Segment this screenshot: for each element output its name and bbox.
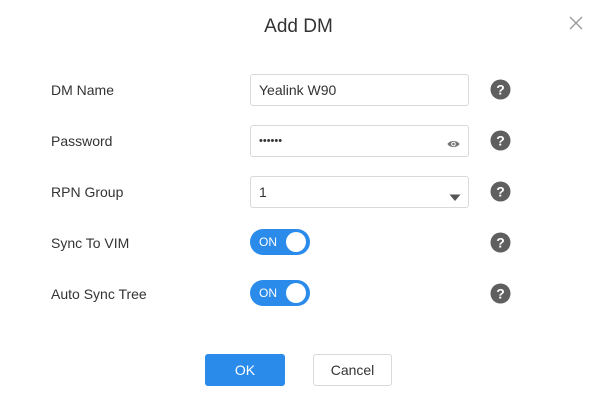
close-icon[interactable] bbox=[568, 15, 584, 31]
sync-to-vim-label: Sync To VIM bbox=[51, 235, 130, 251]
auto-sync-tree-toggle[interactable]: ON bbox=[250, 280, 310, 306]
svg-text:?: ? bbox=[496, 235, 505, 251]
help-icon[interactable]: ? bbox=[490, 181, 511, 202]
toggle-state-text: ON bbox=[259, 235, 277, 249]
help-icon[interactable]: ? bbox=[490, 79, 511, 100]
svg-text:?: ? bbox=[496, 82, 505, 98]
dm-name-row: DM Name Yealink W90 ? bbox=[0, 74, 597, 106]
auto-sync-tree-row: Auto Sync Tree ON ? bbox=[0, 278, 597, 310]
toggle-state-text: ON bbox=[259, 286, 277, 300]
rpn-group-selected-value: 1 bbox=[259, 184, 267, 200]
rpn-group-row: RPN Group 1 ? bbox=[0, 176, 597, 208]
password-input[interactable]: •••••• bbox=[250, 125, 469, 157]
help-icon[interactable]: ? bbox=[490, 232, 511, 253]
svg-text:?: ? bbox=[496, 184, 505, 200]
dm-name-value: Yealink W90 bbox=[259, 82, 337, 98]
dm-name-input[interactable]: Yealink W90 bbox=[250, 74, 469, 106]
dialog-title: Add DM bbox=[264, 16, 333, 37]
eye-icon[interactable] bbox=[447, 136, 460, 147]
cancel-button[interactable]: Cancel bbox=[313, 354, 392, 386]
password-label: Password bbox=[51, 133, 113, 149]
svg-text:?: ? bbox=[496, 286, 505, 302]
sync-to-vim-row: Sync To VIM ON ? bbox=[0, 227, 597, 259]
rpn-group-label: RPN Group bbox=[51, 184, 124, 200]
dm-name-label: DM Name bbox=[51, 82, 115, 98]
toggle-knob bbox=[286, 283, 306, 303]
svg-text:?: ? bbox=[496, 133, 505, 149]
add-dm-dialog: Add DM DM Name Yealink W90 ? Password ••… bbox=[0, 0, 597, 405]
ok-button[interactable]: OK bbox=[205, 354, 285, 386]
auto-sync-tree-label: Auto Sync Tree bbox=[51, 286, 147, 302]
caret-down-icon[interactable] bbox=[449, 189, 461, 201]
toggle-knob bbox=[286, 232, 306, 252]
password-masked-value: •••••• bbox=[259, 135, 283, 147]
password-row: Password •••••• ? bbox=[0, 125, 597, 157]
help-icon[interactable]: ? bbox=[490, 130, 511, 151]
help-icon[interactable]: ? bbox=[490, 283, 511, 304]
sync-to-vim-toggle[interactable]: ON bbox=[250, 229, 310, 255]
rpn-group-select[interactable]: 1 bbox=[250, 176, 469, 208]
